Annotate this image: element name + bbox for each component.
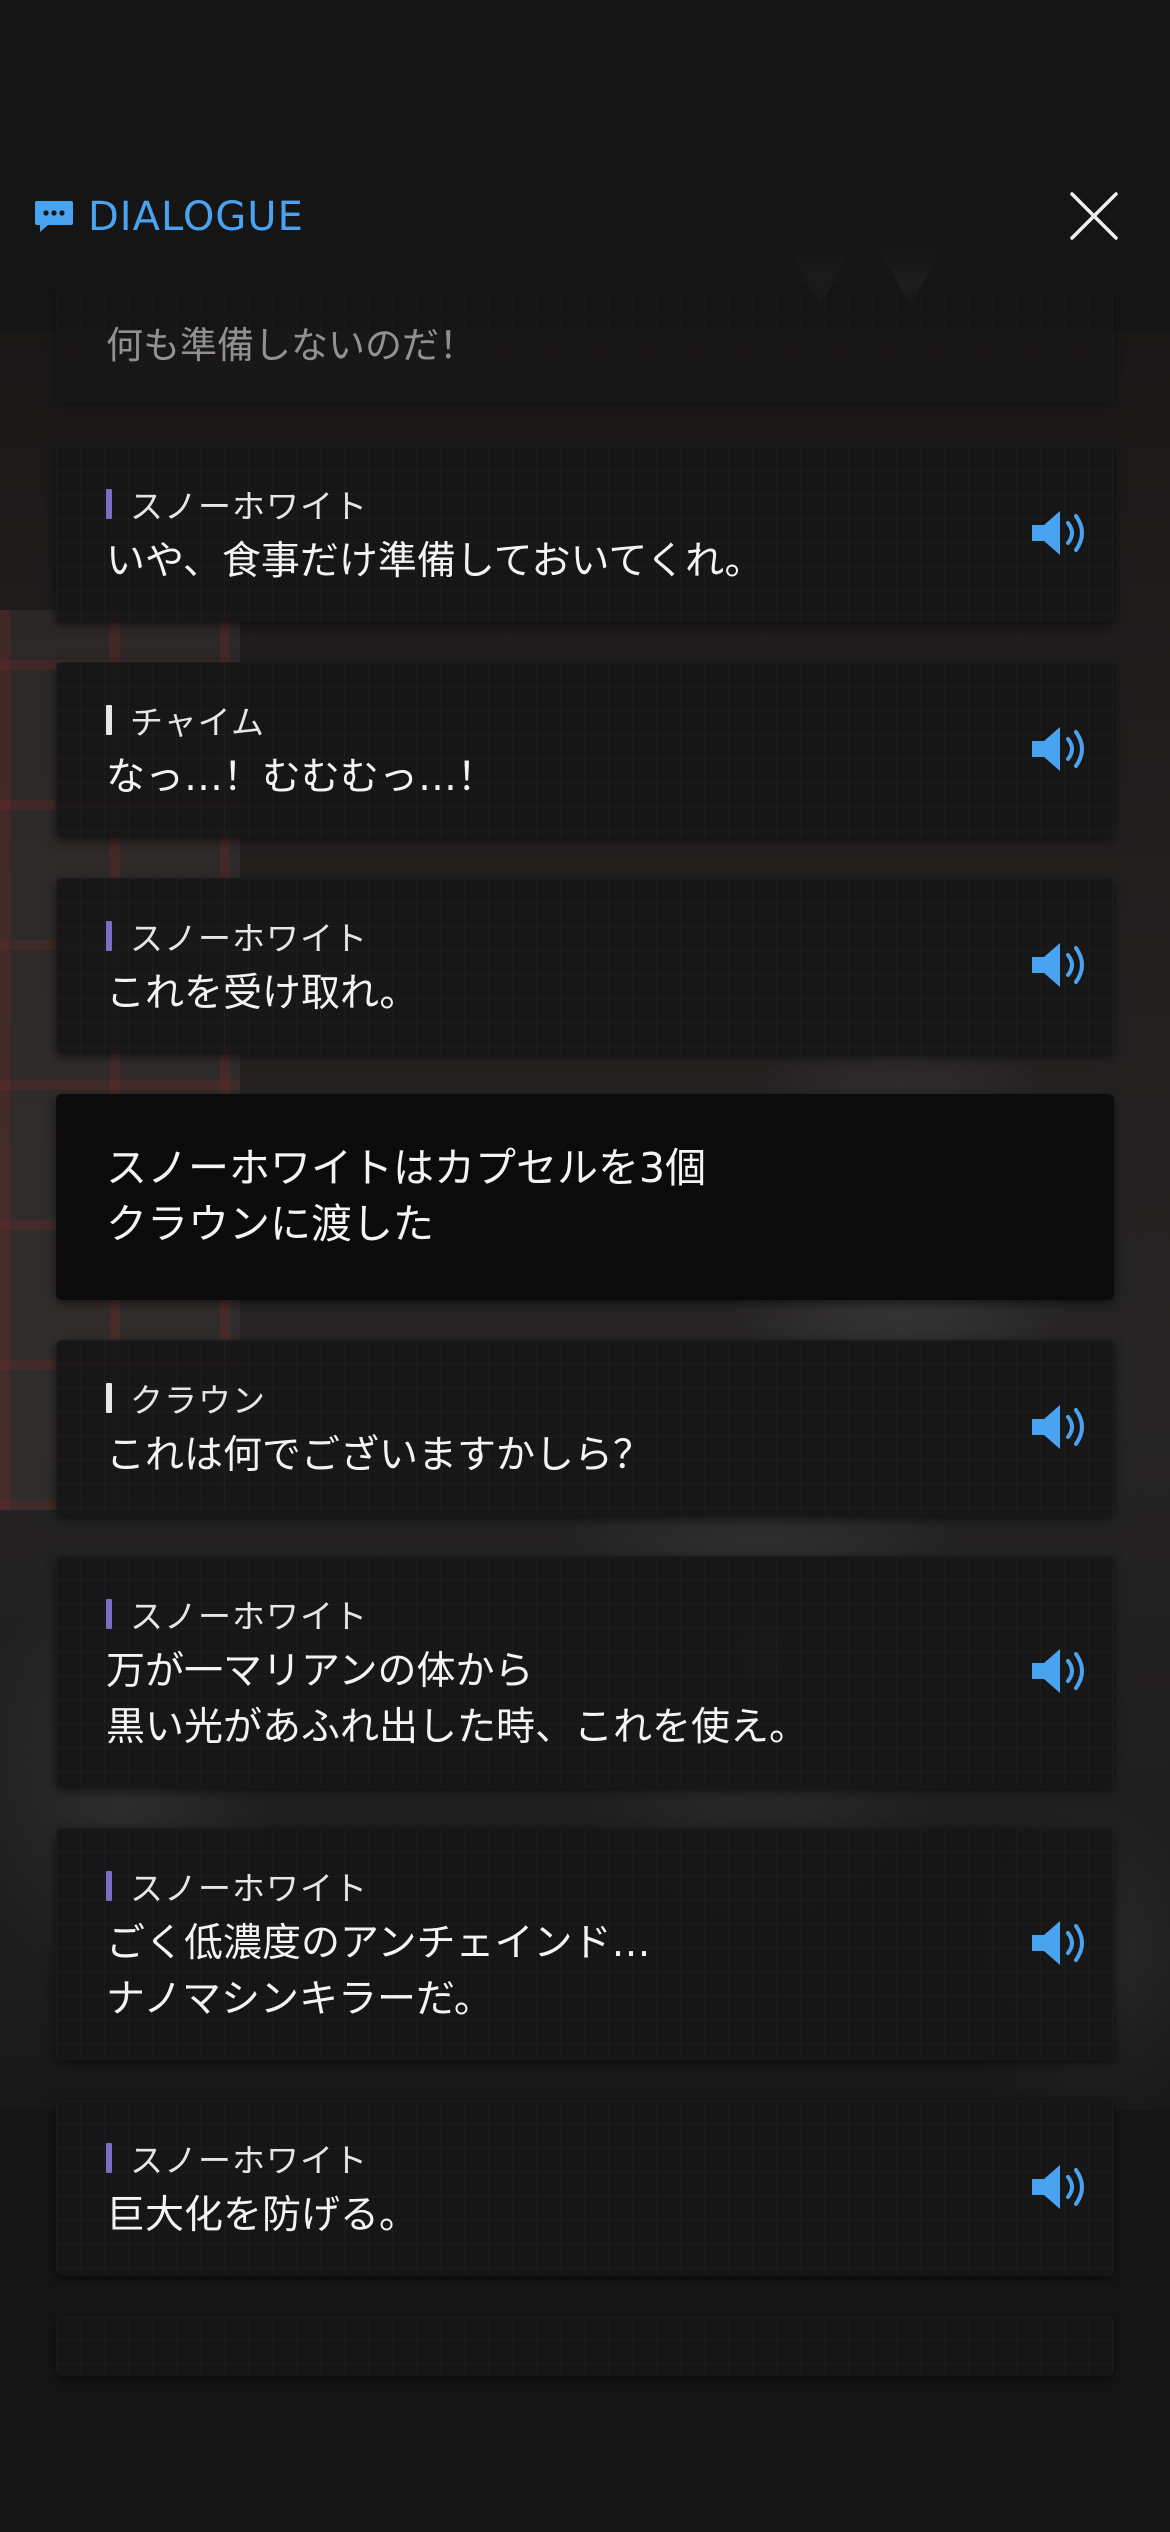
speaker-name: クラウン bbox=[130, 1381, 266, 1420]
narration-line: クラウンに渡した bbox=[106, 1200, 434, 1248]
dialogue-text: 何も準備しないのだ！ bbox=[106, 324, 476, 367]
speaker-bar bbox=[106, 1383, 112, 1413]
speaker-volume-icon[interactable] bbox=[1030, 1402, 1092, 1452]
speaker-volume-icon[interactable] bbox=[1030, 724, 1092, 774]
dialogue-log-screen: 何も準備しないのだ！ スノーホワイト いや、食事だけ準備しておいてくれ。 チャイ… bbox=[0, 0, 1170, 2532]
speaker-name: スノーホワイト bbox=[130, 2141, 368, 2180]
dialogue-text: なっ…！むむむっ…！ bbox=[106, 755, 497, 800]
dialogue-entry[interactable]: チャイム なっ…！むむむっ…！ bbox=[56, 662, 1114, 838]
header-title: DIALOGUE bbox=[34, 194, 304, 240]
dialogue-entry-partial[interactable] bbox=[56, 2316, 1114, 2376]
speaker-bar bbox=[106, 1871, 112, 1901]
dialogue-list[interactable]: 何も準備しないのだ！ スノーホワイト いや、食事だけ準備しておいてくれ。 チャイ… bbox=[56, 0, 1114, 2532]
dialogue-text: 万が一マリアンの体から bbox=[106, 1649, 534, 1694]
dialogue-entry[interactable]: スノーホワイト 巨大化を防げる。 bbox=[56, 2100, 1114, 2276]
speaker-bar bbox=[106, 2143, 112, 2173]
speaker-name: スノーホワイト bbox=[130, 1869, 368, 1908]
dialogue-entry[interactable]: スノーホワイト ごく低濃度のアンチェインド… ナノマシンキラーだ。 bbox=[56, 1828, 1114, 2060]
narration-line: スノーホワイトはカプセルを3個 bbox=[106, 1144, 707, 1192]
speaker-bar bbox=[106, 705, 112, 735]
narration-entry[interactable]: スノーホワイトはカプセルを3個 クラウンに渡した bbox=[56, 1094, 1114, 1300]
page-title: DIALOGUE bbox=[88, 194, 304, 240]
dialogue-header: DIALOGUE bbox=[0, 150, 1170, 290]
dialogue-text: いや、食事だけ準備しておいてくれ。 bbox=[106, 539, 764, 584]
speaker-label: スノーホワイト bbox=[106, 2134, 368, 2182]
dialogue-text: 黒い光があふれ出した時、これを使え。 bbox=[106, 1705, 809, 1750]
speaker-bar bbox=[106, 921, 112, 951]
speaker-volume-icon[interactable] bbox=[1030, 940, 1092, 990]
dialogue-text: ごく低濃度のアンチェインド… bbox=[106, 1921, 651, 1966]
speaker-volume-icon[interactable] bbox=[1030, 508, 1092, 558]
speaker-name: スノーホワイト bbox=[130, 919, 368, 958]
speaker-volume-icon[interactable] bbox=[1030, 1646, 1092, 1696]
close-icon[interactable] bbox=[1068, 190, 1120, 242]
speaker-label: スノーホワイト bbox=[106, 1590, 368, 1638]
speaker-volume-icon[interactable] bbox=[1030, 2162, 1092, 2212]
dialogue-entry[interactable]: スノーホワイト 万が一マリアンの体から 黒い光があふれ出した時、これを使え。 bbox=[56, 1556, 1114, 1788]
speaker-name: チャイム bbox=[130, 703, 266, 742]
dialogue-text: これは何でございますかしら？ bbox=[106, 1433, 653, 1478]
dialogue-text: これを受け取れ。 bbox=[106, 971, 419, 1016]
chat-bubble-icon bbox=[35, 201, 73, 232]
dialogue-entry[interactable]: クラウン これは何でございますかしら？ bbox=[56, 1340, 1114, 1516]
dialogue-entry[interactable]: スノーホワイト これを受け取れ。 bbox=[56, 878, 1114, 1054]
speaker-name: スノーホワイト bbox=[130, 1597, 368, 1636]
speaker-volume-icon[interactable] bbox=[1030, 1918, 1092, 1968]
speaker-label: クラウン bbox=[106, 1374, 266, 1422]
speaker-bar bbox=[106, 1599, 112, 1629]
speaker-label: スノーホワイト bbox=[106, 912, 368, 960]
dialogue-text: ナノマシンキラーだ。 bbox=[106, 1977, 493, 2022]
speaker-label: スノーホワイト bbox=[106, 1862, 368, 1910]
speaker-bar bbox=[106, 489, 112, 519]
dialogue-text: 巨大化を防げる。 bbox=[106, 2193, 419, 2238]
dialogue-entry[interactable]: 何も準備しないのだ！ bbox=[56, 290, 1114, 402]
speaker-label: チャイム bbox=[106, 696, 265, 744]
dialogue-entry[interactable]: スノーホワイト いや、食事だけ準備しておいてくれ。 bbox=[56, 446, 1114, 622]
speaker-label: スノーホワイト bbox=[106, 480, 368, 528]
speaker-name: スノーホワイト bbox=[130, 487, 368, 526]
